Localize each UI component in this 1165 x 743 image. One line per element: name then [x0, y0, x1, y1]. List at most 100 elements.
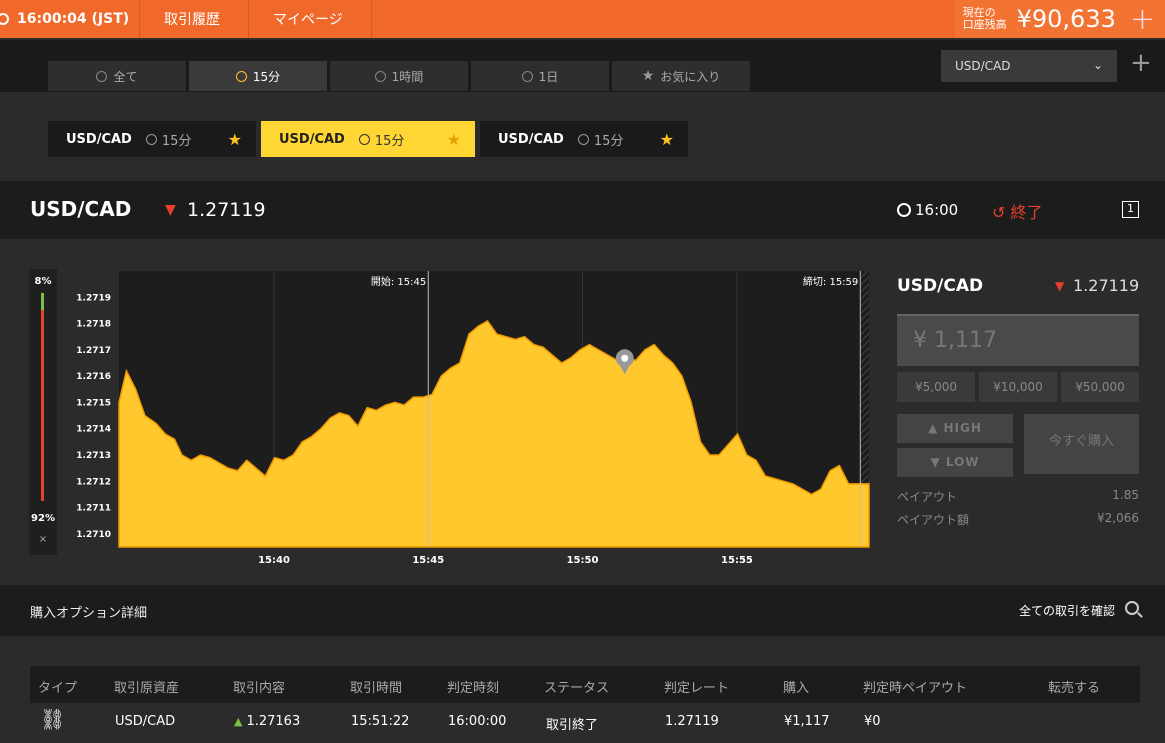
expiry-time-text: 16:00 — [915, 201, 959, 219]
tab-1hour-label: 1時間 — [391, 69, 424, 84]
down-arrow-icon: ▼ — [165, 202, 176, 218]
favorite-pair: USD/CAD — [498, 131, 564, 147]
favorite-option-1[interactable]: USD/CAD 15分 ★ — [48, 121, 256, 157]
low-button-label: LOW — [945, 455, 980, 469]
server-clock-text: 16:00:04 (JST) — [17, 11, 130, 27]
asset-header: USD/CAD ▼ 1.27119 16:00 ↺ 終了 1 — [0, 181, 1165, 239]
payout-amount-label: ペイアウト額 — [897, 513, 970, 527]
row-judge-rate: 1.27119 — [665, 714, 719, 729]
buy-now-button[interactable]: 今すぐ購入 — [1024, 414, 1139, 474]
tab-15min-label: 15分 — [252, 69, 281, 84]
table-row[interactable]: ⛓ USD/CAD ▲ 1.27163 15:51:22 16:00:00 取引終… — [30, 703, 1140, 743]
history-icon: ↺ — [992, 203, 1011, 222]
y-tick-label: 1.2716 — [76, 372, 111, 382]
favorite-duration: 15分 — [358, 130, 405, 149]
header-judge-rate: 判定レート — [664, 681, 730, 696]
search-icon[interactable] — [1125, 601, 1139, 615]
y-tick-label: 1.2717 — [76, 346, 111, 356]
up-arrow-icon: ▲ — [928, 421, 944, 435]
purchase-details-bar: 購入オプション詳細 全ての取引を確認 — [0, 585, 1165, 636]
payout-amount-value: ¥2,066 — [1097, 511, 1139, 525]
y-tick-label: 1.2713 — [76, 451, 111, 461]
x-tick-label: 15:55 — [721, 555, 753, 566]
end-label: 締切: 15:59 — [803, 275, 858, 288]
quick-amount-50000[interactable]: ¥50,000 — [1061, 372, 1139, 402]
favorite-duration-text: 15分 — [374, 133, 405, 149]
single-chart-view-label: 1 — [1127, 202, 1134, 215]
favorite-duration-text: 15分 — [593, 133, 624, 149]
add-pair-button[interactable]: + — [1130, 48, 1152, 78]
tab-all-label: 全て — [113, 69, 138, 84]
x-tick-label: 15:50 — [567, 555, 599, 566]
deposit-plus-button[interactable]: + — [1130, 2, 1155, 37]
favorite-duration-text: 15分 — [161, 133, 192, 149]
tab-1hour[interactable]: 1時間 — [330, 61, 468, 91]
tab-all[interactable]: 全て — [48, 61, 186, 91]
amount-input[interactable]: ¥ 1,117 — [897, 314, 1139, 366]
header-type: タイプ — [38, 681, 78, 696]
clock-icon — [577, 133, 589, 145]
y-tick-label: 1.2712 — [76, 477, 111, 487]
sentiment-low-pct: 92% — [31, 513, 55, 524]
favorite-option-3[interactable]: USD/CAD 15分 ★ — [480, 121, 688, 157]
table-header: タイプ 取引原資産 取引内容 取引時間 判定時刻 ステータス 判定レート 購入 … — [30, 666, 1140, 703]
row-content-rate: 1.27163 — [246, 714, 301, 729]
high-button[interactable]: ▲ HIGH — [897, 414, 1013, 443]
header-payout: 判定時ペイアウト — [863, 681, 968, 696]
star-icon[interactable]: ★ — [447, 130, 461, 149]
up-arrow-icon: ▲ — [234, 715, 243, 728]
single-chart-view-icon[interactable]: 1 — [1122, 201, 1139, 218]
row-status: 取引終了 — [546, 718, 599, 733]
duration-tabs-bar: 全て 15分 1時間 1日 ★ お気に入り USD/CAD ⌄ + — [0, 40, 1165, 92]
nav-my-page[interactable]: マイページ — [249, 0, 372, 38]
y-tick-label: 1.2714 — [76, 425, 111, 435]
quick-amount-5000[interactable]: ¥5,000 — [897, 372, 975, 402]
y-tick-label: 1.2711 — [76, 504, 111, 514]
sentiment-high-fill — [41, 293, 44, 310]
header-purchase: 購入 — [783, 681, 810, 696]
balance-amount: ¥90,633 — [1016, 5, 1116, 33]
header-resell: 転売する — [1048, 681, 1101, 696]
link-icon: ⛓ — [40, 707, 66, 731]
nav-my-page-label: マイページ — [273, 12, 343, 28]
quick-amount-10000[interactable]: ¥10,000 — [979, 372, 1057, 402]
chevron-down-icon: ⌄ — [1092, 58, 1103, 72]
tab-favorites[interactable]: ★ お気に入り — [612, 61, 750, 91]
row-asset: USD/CAD — [115, 714, 176, 729]
star-icon[interactable]: ★ — [228, 130, 242, 149]
top-bar: 16:00:04 (JST) 取引履歴 マイページ 現在の 口座残高 ¥90,63… — [0, 0, 1165, 38]
pair-select[interactable]: USD/CAD ⌄ — [941, 50, 1117, 82]
header-time: 取引時間 — [350, 681, 403, 696]
favorite-pair: USD/CAD — [279, 131, 345, 147]
row-purchase: ¥1,117 — [784, 714, 830, 729]
nav-trade-history-label: 取引履歴 — [164, 12, 220, 28]
expiry-time: 16:00 — [897, 201, 958, 219]
row-time: 15:51:22 — [351, 714, 410, 729]
nav-trade-history[interactable]: 取引履歴 — [140, 0, 249, 38]
purchase-details-title: 購入オプション詳細 — [30, 606, 148, 621]
closed-icon — [897, 203, 911, 217]
view-all-trades-link[interactable]: 全ての取引を確認 — [1019, 602, 1115, 619]
star-icon[interactable]: ★ — [660, 130, 674, 149]
header-asset: 取引原資産 — [114, 681, 180, 696]
x-tick-label: 15:40 — [258, 555, 290, 566]
favorite-option-2[interactable]: USD/CAD 15分 ★ — [261, 121, 475, 157]
clock-icon — [358, 133, 370, 145]
trade-symbol: USD/CAD — [897, 276, 984, 296]
y-tick-label: 1.2715 — [76, 398, 111, 408]
low-button[interactable]: ▼ LOW — [897, 448, 1013, 477]
price-chart: 15:40 15:45 15:50 15:55 1.2710 1.2711 1.2712 1.… — [76, 271, 870, 566]
star-icon: ★ — [641, 68, 655, 84]
high-button-label: HIGH — [943, 421, 982, 435]
clock-icon — [235, 70, 247, 82]
payout-label: ペイアウト — [897, 490, 958, 504]
tab-1day[interactable]: 1日 — [471, 61, 609, 91]
clock-icon — [521, 70, 533, 82]
entry-marker-dot — [621, 354, 629, 362]
x-tick-label: 15:45 — [412, 555, 444, 566]
tab-15min[interactable]: 15分 — [189, 61, 327, 91]
header-judge-time: 判定時刻 — [447, 681, 500, 696]
trade-table: タイプ 取引原資産 取引内容 取引時間 判定時刻 ステータス 判定レート 購入 … — [0, 636, 1165, 743]
row-judge-time: 16:00:00 — [448, 714, 507, 729]
sentiment-close-button[interactable]: × — [29, 534, 57, 545]
